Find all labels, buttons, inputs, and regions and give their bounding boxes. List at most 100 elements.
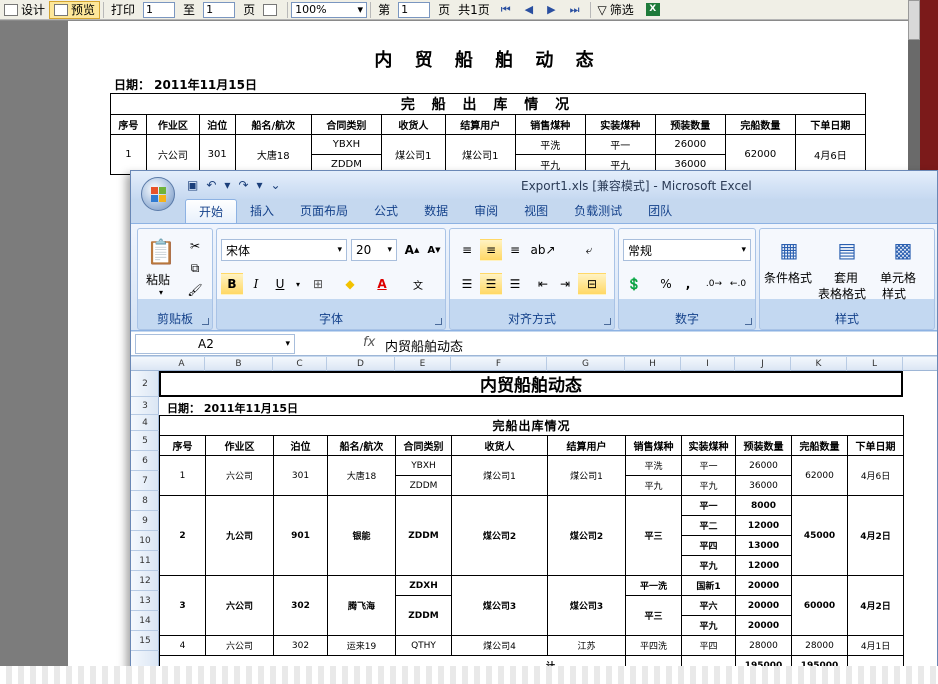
cell[interactable]: 六公司 bbox=[205, 455, 274, 496]
cell[interactable]: 六公司 bbox=[205, 635, 274, 656]
undo-icon[interactable]: ↶ bbox=[206, 178, 216, 192]
prev-page-icon[interactable]: ◀ bbox=[518, 3, 540, 16]
column-header[interactable]: L bbox=[847, 357, 903, 371]
cut-icon[interactable]: ✂ bbox=[184, 235, 206, 257]
viewer-scroll-thumb[interactable] bbox=[908, 0, 920, 40]
column-header[interactable]: C bbox=[273, 357, 327, 371]
save-icon[interactable]: ▣ bbox=[187, 178, 198, 192]
cell[interactable]: ZDDM bbox=[395, 475, 452, 496]
cell[interactable]: 煤公司2 bbox=[451, 495, 548, 576]
conditional-format-icon[interactable]: ▦ bbox=[774, 235, 804, 265]
decrease-decimal-icon[interactable]: ←.0 bbox=[727, 273, 749, 295]
name-box[interactable]: A2 ▾ bbox=[135, 334, 295, 354]
cell[interactable]: YBXH bbox=[395, 455, 452, 476]
cell[interactable]: 煤公司1 bbox=[451, 455, 548, 496]
preview-button[interactable]: 预览 bbox=[49, 0, 101, 19]
header-cell[interactable]: 预装数量 bbox=[735, 435, 792, 456]
decrease-indent-icon[interactable]: ⇤ bbox=[532, 273, 554, 295]
border-icon[interactable]: ⊞ bbox=[307, 273, 329, 295]
bold-button[interactable]: B bbox=[221, 273, 243, 295]
align-left-icon[interactable]: ☰ bbox=[456, 273, 478, 295]
shrink-font-icon[interactable]: A ▼ bbox=[423, 239, 445, 261]
cell[interactable]: 煤公司3 bbox=[451, 575, 548, 636]
align-top-icon[interactable]: ≡ bbox=[456, 239, 478, 261]
number-format-select[interactable]: 常规 ▾ bbox=[623, 239, 751, 261]
cell[interactable]: 平六 bbox=[681, 595, 736, 616]
cell[interactable]: 4月2日 bbox=[846, 495, 905, 576]
cell[interactable]: 平九 bbox=[681, 555, 736, 576]
cell[interactable]: 江苏 bbox=[547, 635, 626, 656]
dialog-launcher-icon[interactable] bbox=[745, 318, 752, 325]
column-header[interactable]: J bbox=[735, 357, 791, 371]
row-header[interactable]: 3 bbox=[131, 397, 159, 415]
table-format-button[interactable]: 套用 bbox=[834, 269, 858, 286]
excel-export-icon[interactable]: X bbox=[645, 3, 660, 16]
worksheet-grid[interactable]: A B C D E F G H I J K L 2 3 4 5 6 7 8 9 … bbox=[131, 357, 937, 683]
column-header[interactable]: H bbox=[625, 357, 681, 371]
tab-load-test[interactable]: 负载测试 bbox=[561, 199, 635, 223]
cell[interactable]: 3 bbox=[159, 575, 206, 636]
cell[interactable]: 运来19 bbox=[327, 635, 396, 656]
row-header[interactable]: 13 bbox=[131, 591, 159, 611]
row-header[interactable]: 6 bbox=[131, 451, 159, 471]
cell[interactable]: 平一 bbox=[681, 455, 736, 476]
printer-button[interactable] bbox=[259, 1, 284, 19]
tab-team[interactable]: 团队 bbox=[635, 199, 685, 223]
header-cell[interactable]: 合同类别 bbox=[395, 435, 452, 456]
row-header[interactable]: 8 bbox=[131, 491, 159, 511]
cell[interactable]: 4月2日 bbox=[846, 575, 905, 636]
redo-icon[interactable]: ↷ bbox=[238, 178, 248, 192]
first-page-icon[interactable]: ⏮ bbox=[494, 3, 518, 17]
cell[interactable]: 九公司 bbox=[205, 495, 274, 576]
tab-insert[interactable]: 插入 bbox=[237, 199, 287, 223]
row-header[interactable]: 15 bbox=[131, 631, 159, 651]
tab-formulas[interactable]: 公式 bbox=[361, 199, 411, 223]
cell[interactable]: 平九 bbox=[625, 475, 682, 496]
cell[interactable]: 4 bbox=[159, 635, 206, 656]
font-name-select[interactable]: 宋体 ▾ bbox=[221, 239, 347, 261]
dialog-launcher-icon[interactable] bbox=[202, 318, 209, 325]
conditional-format-button[interactable]: 条件格式 bbox=[764, 269, 812, 286]
row-header[interactable]: 14 bbox=[131, 611, 159, 631]
cell[interactable]: ZDDM bbox=[395, 495, 452, 576]
grow-font-icon[interactable]: A ▲ bbox=[401, 239, 423, 261]
cell-style-button-line2[interactable]: 样式 bbox=[882, 285, 906, 302]
zoom-select[interactable]: 100% ▾ bbox=[291, 1, 368, 18]
header-cell[interactable]: 作业区 bbox=[205, 435, 274, 456]
header-cell[interactable]: 船名/航次 bbox=[327, 435, 396, 456]
cell[interactable]: 平四 bbox=[681, 535, 736, 556]
cell[interactable]: 2 bbox=[159, 495, 206, 576]
merge-center-icon[interactable]: ⊟ bbox=[578, 273, 606, 295]
cell[interactable]: 36000 bbox=[735, 475, 792, 496]
cell[interactable]: 煤公司3 bbox=[547, 575, 626, 636]
cell[interactable]: 20000 bbox=[735, 595, 792, 616]
cell[interactable]: 平四 bbox=[681, 635, 736, 656]
format-painter-icon[interactable]: 🖌 bbox=[184, 279, 206, 301]
header-cell[interactable]: 完船数量 bbox=[791, 435, 848, 456]
column-header[interactable]: F bbox=[451, 357, 547, 371]
cell[interactable]: 26000 bbox=[735, 455, 792, 476]
row-header[interactable]: 5 bbox=[131, 431, 159, 451]
comma-icon[interactable]: , bbox=[677, 273, 699, 295]
insert-function-icon[interactable]: fx bbox=[363, 335, 375, 350]
row-header[interactable]: 11 bbox=[131, 551, 159, 571]
copy-icon[interactable]: ⧉ bbox=[184, 257, 206, 279]
formula-input[interactable]: 内贸船舶动态 bbox=[385, 336, 463, 355]
cell[interactable]: 8000 bbox=[735, 495, 792, 516]
font-size-select[interactable]: 20 ▾ bbox=[351, 239, 397, 261]
print-from-input[interactable]: 1 bbox=[143, 1, 176, 18]
column-header[interactable]: K bbox=[791, 357, 847, 371]
table-format-icon[interactable]: ▤ bbox=[832, 235, 862, 265]
cell[interactable]: 45000 bbox=[791, 495, 848, 576]
cell[interactable]: 62000 bbox=[791, 455, 848, 496]
header-cell[interactable]: 销售煤种 bbox=[625, 435, 682, 456]
column-header[interactable]: E bbox=[395, 357, 451, 371]
design-button[interactable]: 设计 bbox=[0, 1, 49, 19]
cell[interactable]: ZDXH bbox=[395, 575, 452, 596]
cell[interactable]: 平二 bbox=[681, 515, 736, 536]
cell[interactable]: 六公司 bbox=[205, 575, 274, 636]
row-header[interactable]: 4 bbox=[131, 415, 159, 431]
cell[interactable]: 平四洗 bbox=[625, 635, 682, 656]
page-current-input[interactable]: 1 bbox=[398, 1, 431, 18]
cell[interactable]: 901 bbox=[273, 495, 328, 576]
